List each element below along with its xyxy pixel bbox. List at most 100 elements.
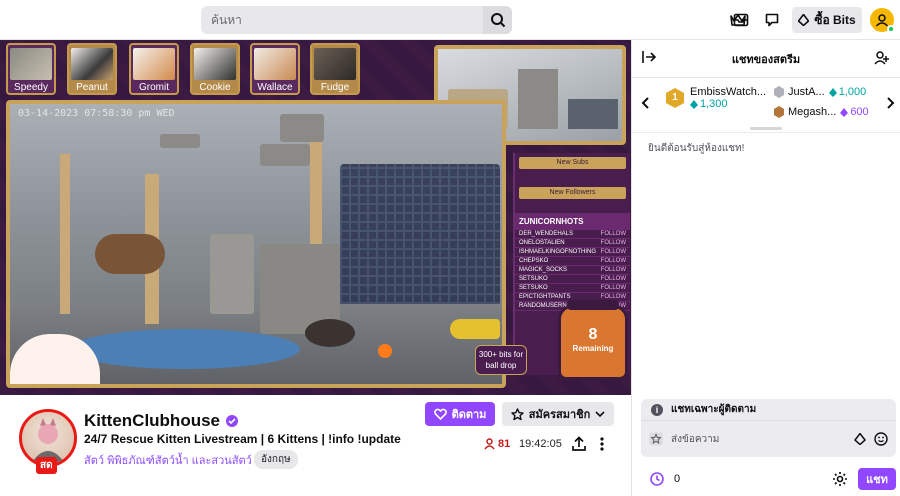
jar-count: 8 [588,326,598,343]
stream-uptime: 19:42:05 [519,438,562,450]
subscribe-button[interactable]: สมัครสมาชิก [502,402,614,426]
bits-leaderboard: 1 EmbissWatch... 1,300 JustA... 1,000 Me… [632,78,900,133]
chat-panel: แชทของสตรีม 1 EmbissWatch... 1,300 JustA… [631,40,900,496]
kitten-tile-wallace: Wallace [250,43,300,95]
kitten-photo [194,48,236,80]
stream-category[interactable]: สัตว์ พิพิธภัณฑ์สัตว์น้ำ และสวนสัตว์ [84,451,252,469]
kitten-photo [314,48,356,80]
kitten-tile-gromit: Gromit [129,43,179,95]
subscribe-label: สมัครสมาชิก [528,409,591,421]
send-chat-button[interactable]: แชท [858,468,896,490]
cage [340,164,500,304]
get-bits-button[interactable]: ซื้อ Bits [792,7,862,33]
language-tag[interactable]: อังกฤษ [254,450,298,469]
emote-star-icon[interactable] [649,432,663,446]
new-followers-bar: New Followers [519,187,626,199]
collapse-chat-icon[interactable] [642,50,656,64]
follower-row: SETSUKO FOLLOW [515,275,630,284]
kitten-photo [133,48,175,80]
cat-tower-platform [160,134,200,148]
follow-button[interactable]: ติดตาม [425,402,495,426]
search-icon [490,13,505,28]
water-bowl [70,329,300,369]
share-icon[interactable] [570,435,588,453]
kitten-name: Gromit [139,82,169,93]
cat-condo [210,234,254,314]
kitten-photo [71,48,113,80]
cage [568,99,618,129]
inbox-icon[interactable] [731,10,751,30]
get-bits-label: ซื้อ Bits [814,12,856,27]
star-icon [511,407,524,420]
kitten-tile-speedy: Speedy [6,43,56,95]
cat-tower-top [280,114,324,142]
follower-row: ONELOSTALIEN FOLLOW [515,239,630,248]
rank-1-badge: 1 [666,88,684,108]
cat-tower [518,69,558,129]
channel-points[interactable]: 0 [650,472,680,486]
channel-name-text[interactable]: KittenClubhouse [84,411,220,431]
toy-fish [450,319,500,339]
ball-jar: 8 Remaining [558,300,628,380]
video-player[interactable]: Speedy Peanut Gromit Cookie Wallace Fudg… [0,40,631,395]
leaderboard-entry-3[interactable]: Megash... 600 [774,106,869,118]
whispers-icon[interactable] [762,10,782,30]
search-bar [201,6,512,34]
chat-footer: 0 แชท [641,468,896,490]
followers-only-notice: i แชทเฉพาะผู้ติดตาม [641,399,896,421]
viewer-icon [484,438,495,450]
chevron-right-icon[interactable] [884,96,896,110]
user-avatar[interactable] [870,8,895,33]
chat-input-container: i แชทเฉพาะผู้ติดตาม [641,399,896,457]
leaderboard-entry-1[interactable]: 1 EmbissWatch... 1,300 [666,86,766,110]
channel-points-icon [650,472,664,486]
chevron-left-icon[interactable] [640,96,652,110]
emoji-icon[interactable] [874,432,888,446]
verified-icon [226,415,238,427]
stream-title: 24/7 Rescue Kitten Livestream | 6 Kitten… [84,432,401,446]
chat-message-input[interactable] [671,433,846,445]
leaderboard-value: 1,000 [828,86,866,98]
kitten-name: Fudge [320,82,350,93]
chat-title: แชทของสตรีม [731,53,801,66]
new-subs-bar: New Subs [519,157,626,169]
search-button[interactable] [483,6,512,34]
camera-timestamp: 03-14-2023 07:58:30 pm WED [18,108,175,119]
rank-3-badge [774,106,784,118]
jar-lid [567,300,619,310]
kitten-name: Cookie [199,82,231,93]
followers-only-label: แชทเฉพาะผู้ติดตาม [671,404,757,415]
kitten-name: Peanut [76,82,108,93]
bits-gem-icon [840,107,849,117]
chat-welcome-message: ยินดีต้อนรับสู่ห้องแชท! [648,143,745,154]
leaderboard-name: JustA... [788,86,825,98]
cat-tunnel [95,234,165,274]
viewer-count: 81 [484,438,510,450]
channel-points-value: 0 [674,473,681,485]
kitten-photo [10,48,52,80]
more-options-icon[interactable] [596,435,608,453]
bits-icon[interactable] [854,433,866,445]
message-row [641,421,896,457]
kitten [305,319,355,347]
kitten-photo [254,48,296,80]
main-camera-feed: 03-14-2023 07:58:30 pm WED [6,100,506,388]
channel-name[interactable]: KittenClubhouse [84,411,238,431]
bits-icon [798,14,810,26]
leaderboard-entry-2[interactable]: JustA... 1,000 [774,86,866,98]
channel-info: สด KittenClubhouse 24/7 Rescue Kitten Li… [0,395,631,496]
leaderboard-name: EmbissWatch... [690,86,766,98]
kitten-name: Speedy [14,82,48,93]
leaderboard-value: 600 [840,106,869,118]
user-icon [875,14,889,27]
viewer-count-value: 81 [498,438,511,450]
chat-settings-icon[interactable] [832,471,848,487]
follower-row: DER_WENDEHALS FOLLOW [515,230,630,239]
search-input[interactable] [201,6,483,34]
toy-ball [378,344,392,358]
bits-gem-icon [690,99,698,109]
jar-label: Remaining [572,344,614,353]
community-icon[interactable] [874,50,890,66]
leaderboard-scroll-indicator [750,127,782,130]
kitten-tile-peanut: Peanut [67,43,117,95]
